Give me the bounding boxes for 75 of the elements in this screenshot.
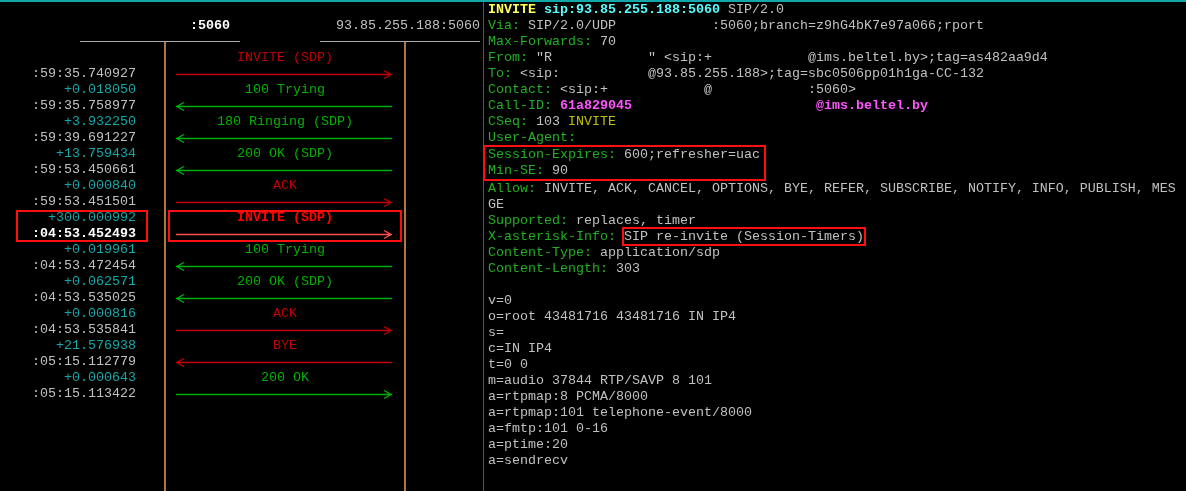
time-delta: +0.000643: [64, 370, 136, 385]
header-value: a=rtpmap:8 PCMA/8000: [488, 389, 648, 404]
header-name: Via:: [488, 18, 520, 33]
header-name: To:: [488, 66, 512, 81]
time-delta: +0.018050: [64, 82, 136, 97]
header-value: INVITE, ACK, CANCEL, OPTIONS, BYE, REFER, SUBSCRIBE, NOTIFY, INFO, PUBLISH, MES: [544, 181, 1176, 196]
timestamp: :05:15.113422: [32, 386, 136, 401]
time-delta: +0.019961: [64, 242, 136, 257]
header-value: SIP/2.0/UDP :5060;branch=z9hG4bK7e97a066;rport: [528, 18, 984, 33]
header-name: Session-Expires:: [488, 147, 616, 162]
header-name: Call-ID:: [488, 98, 552, 113]
message-label[interactable]: 200 OK (SDP): [237, 274, 333, 289]
header-value: 103: [536, 114, 560, 129]
header-value: application/sdp: [599, 245, 720, 260]
header-name: Content-Length:: [488, 261, 608, 276]
timestamp: :04:53.535841: [32, 322, 136, 337]
header-value: <sip:+ @ :5060>: [560, 82, 856, 97]
header-value: 303: [615, 261, 640, 276]
time-delta: +0.062571: [64, 274, 136, 289]
header-value: v=0: [488, 293, 512, 308]
time-delta: +13.759434: [56, 146, 136, 161]
header-value: "R " <sip:+ @ims.beltel.by>;tag=as482aa9d4: [536, 50, 1048, 65]
endpoint-label: :5060: [190, 18, 230, 33]
timestamp: :59:35.740927: [32, 66, 136, 81]
header-name: X-asterisk-Info:: [488, 229, 616, 244]
header-name: Max-Forwards:: [488, 34, 592, 49]
message-label[interactable]: 200 OK (SDP): [237, 146, 333, 161]
header-name: Contact:: [488, 82, 552, 97]
time-delta: +3.932250: [64, 114, 136, 129]
time-delta: +0.000840: [64, 178, 136, 193]
header-value: t=0 0: [488, 357, 528, 372]
timestamp: :59:39.691227: [32, 130, 136, 145]
header-value: User-Agent:: [488, 130, 576, 145]
header-name: From:: [488, 50, 528, 65]
timestamp: :59:35.758977: [32, 98, 136, 113]
header-name: Min-SE:: [488, 163, 544, 178]
header-value: 70: [599, 34, 616, 49]
message-label[interactable]: 100 Trying: [245, 82, 325, 97]
header-value: a=rtpmap:101 telephone-event/8000: [488, 405, 752, 420]
header-value: INVITE: [488, 2, 536, 17]
header-value: a=fmtp:101 0-16: [488, 421, 608, 436]
endpoint-label: 93.85.255.188:5060: [336, 18, 480, 33]
header-value: replaces, timer: [575, 213, 696, 228]
header-value: c=IN IP4: [488, 341, 552, 356]
timestamp: :05:15.112779: [32, 354, 136, 369]
header-name: CSeq:: [488, 114, 528, 129]
header-value: 90: [552, 163, 568, 178]
timestamp: :04:53.535025: [32, 290, 136, 305]
message-label[interactable]: 180 Ringing (SDP): [217, 114, 353, 129]
time-delta: +300.000992: [48, 210, 136, 225]
header-value: a=ptime:20: [488, 437, 568, 452]
header-value: 600;refresher=uac: [623, 147, 760, 162]
header-value: o=root 43481716 43481716 IN IP4: [488, 309, 736, 324]
header-name: Content-Type:: [488, 245, 592, 260]
message-label[interactable]: 100 Trying: [245, 242, 325, 257]
timestamp: :04:53.472454: [32, 258, 136, 273]
timestamp: :59:53.450661: [32, 162, 136, 177]
message-label[interactable]: 200 OK: [261, 370, 309, 385]
time-delta: +0.000816: [64, 306, 136, 321]
timestamp: :59:53.451501: [32, 194, 136, 209]
time-delta: +21.576938: [56, 338, 136, 353]
header-value: s=: [488, 325, 504, 340]
header-value: SIP/2.0: [727, 2, 784, 17]
header-value: GE: [488, 197, 504, 212]
header-value: INVITE: [567, 114, 616, 129]
timestamp: :04:53.452493: [32, 226, 136, 241]
header-value: a=sendrecv: [488, 453, 568, 468]
header-name: Supported:: [488, 213, 568, 228]
header-value: sip:93.85.255.188:5060: [544, 2, 720, 17]
header-value: 61a829045 @ims.beltel.by: [560, 98, 928, 113]
header-value: SIP re-invite (Session-Timers): [623, 229, 864, 244]
header-name: Allow:: [488, 181, 536, 196]
header-value: m=audio 37844 RTP/SAVP 8 101: [488, 373, 712, 388]
header-value: <sip: @93.85.255.188>;tag=sbc0506pp01h1ga-CC-132: [520, 66, 984, 81]
message-label[interactable]: INVITE (SDP): [237, 210, 333, 225]
